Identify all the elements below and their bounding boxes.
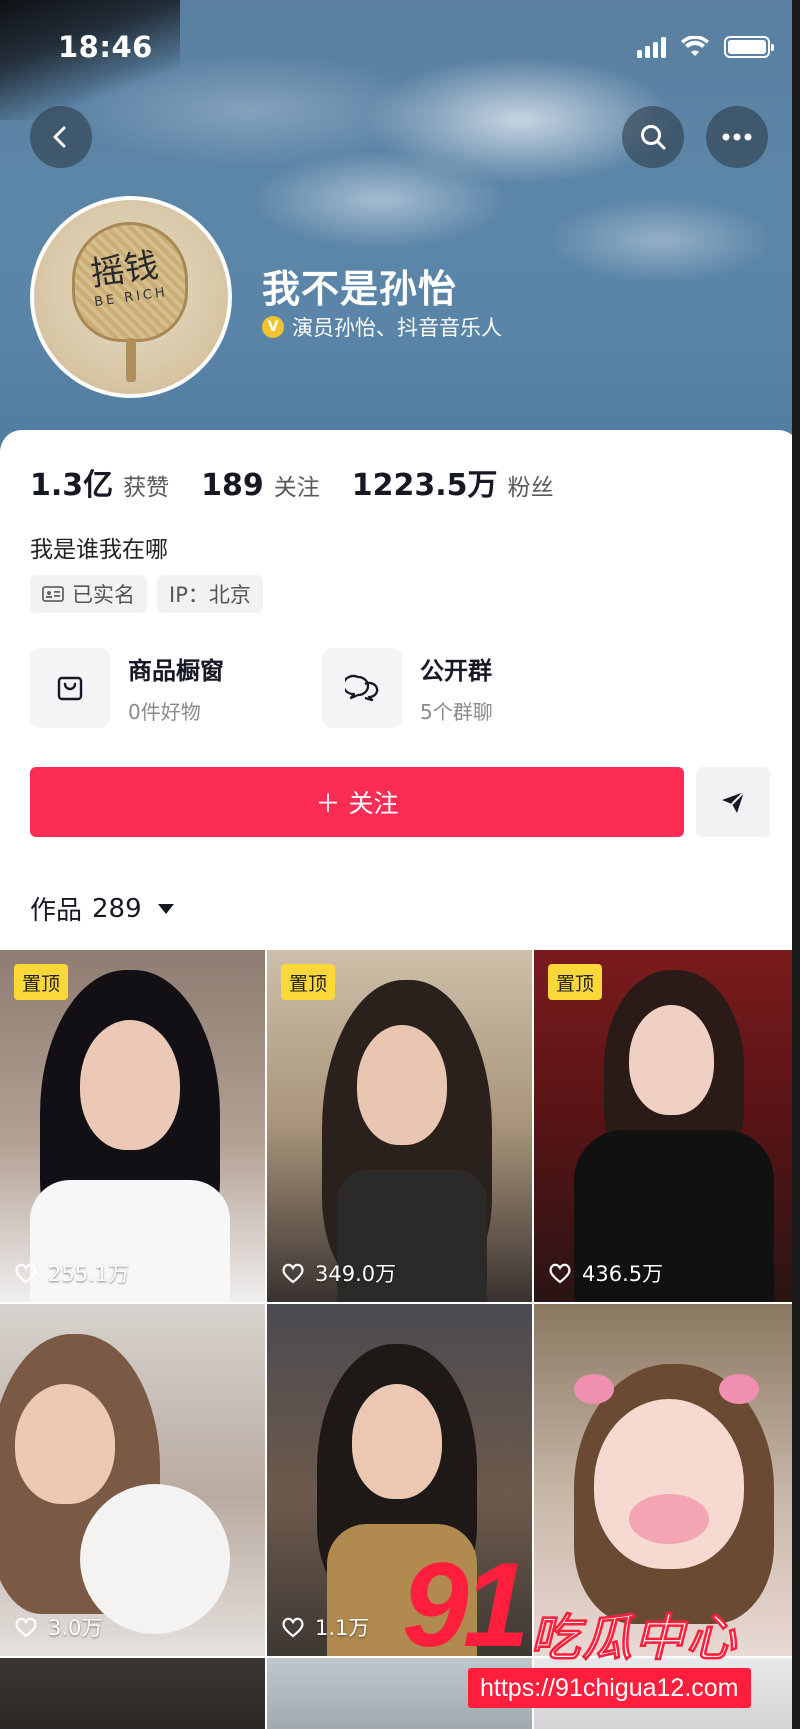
profile-bio: 我是谁我在哪 — [30, 537, 168, 563]
thumbnail-nose-filter — [629, 1494, 709, 1544]
device-bezel — [792, 0, 800, 1729]
video-tile[interactable]: 置顶 255.1万 — [0, 950, 265, 1302]
send-icon — [722, 791, 745, 813]
profile-name: 我不是孙怡 — [262, 267, 458, 311]
feature-group-icon-box — [322, 648, 402, 728]
heart-icon — [15, 1263, 37, 1284]
video-likes: 436.5万 — [548, 1258, 663, 1288]
battery-icon — [724, 36, 774, 58]
video-likes: 349.0万 — [281, 1258, 396, 1288]
profile-tags: 已实名 IP：北京 — [30, 575, 263, 613]
pinned-badge: 置顶 — [14, 964, 69, 1000]
tag-ip-location: IP：北京 — [157, 575, 263, 613]
heart-icon — [15, 1617, 37, 1638]
pinned-badge: 置顶 — [548, 964, 603, 1000]
video-tile[interactable] — [0, 1658, 265, 1729]
feature-shop-text: 商品橱窗 0件好物 — [128, 651, 224, 725]
more-options-button[interactable] — [706, 106, 768, 168]
feature-group-title: 公开群 — [420, 657, 492, 685]
verification-row: V 演员孙怡、抖音音乐人 — [262, 312, 502, 342]
stat-likes-label: 获赞 — [123, 475, 170, 501]
status-bar: 18:46 — [0, 0, 800, 96]
video-tile[interactable]: 置顶 349.0万 — [267, 950, 532, 1302]
cellular-signal-icon — [637, 36, 666, 58]
video-likes-count: 255.1万 — [48, 1262, 130, 1286]
works-count: 289 — [92, 893, 142, 924]
stat-followers-value: 1223.5万 — [351, 468, 498, 503]
video-likes: 1.1万 — [281, 1612, 369, 1642]
video-likes: 3.0万 — [14, 1612, 102, 1642]
pinned-badge: 置顶 — [281, 964, 336, 1000]
profile-features: 商品橱窗 0件好物 公开群 5个群聊 — [30, 648, 578, 728]
shopping-bag-icon — [57, 676, 83, 701]
thumbnail-face — [357, 1025, 447, 1145]
thumbnail-bow — [719, 1374, 759, 1404]
tag-ip-label: IP：北京 — [169, 583, 251, 607]
stat-following[interactable]: 189 关注 — [201, 468, 320, 503]
works-tab[interactable]: 作品 289 — [30, 890, 174, 927]
search-button[interactable] — [622, 106, 684, 168]
wifi-icon — [681, 36, 709, 56]
feature-group-subtitle: 5个群聊 — [420, 700, 493, 724]
thumbnail-cat — [80, 1484, 230, 1634]
stat-following-label: 关注 — [273, 475, 320, 501]
thumbnail-face — [15, 1384, 115, 1504]
feature-group-text: 公开群 5个群聊 — [420, 651, 493, 725]
video-tile[interactable]: 3.0万 — [0, 1304, 265, 1656]
tag-real-name: 已实名 — [30, 575, 147, 613]
heart-icon — [282, 1263, 304, 1284]
profile-stats: 1.3亿 获赞 189 关注 1223.5万 粉丝 — [30, 460, 586, 504]
feature-shop-title: 商品橱窗 — [128, 657, 224, 685]
chevron-left-icon — [53, 126, 66, 148]
stat-likes[interactable]: 1.3亿 获赞 — [30, 460, 169, 504]
follow-button[interactable]: ＋ 关注 — [30, 767, 684, 837]
tag-real-name-label: 已实名 — [72, 583, 135, 607]
video-tile[interactable]: 置顶 436.5万 — [534, 950, 799, 1302]
caret-down-icon — [157, 903, 174, 914]
watermark-logo-number: 91 — [402, 1538, 530, 1672]
profile-screen: 18:46 摇钱 BE RICH 我不是孙怡 V 演员孙怡、抖音音乐人 1.3亿… — [0, 0, 800, 1729]
verification-text: 演员孙怡、抖音音乐人 — [292, 316, 502, 340]
video-likes-count: 436.5万 — [582, 1262, 664, 1286]
id-card-icon — [42, 586, 64, 602]
works-label: 作品 — [30, 896, 83, 926]
feature-shop-icon-box — [30, 648, 110, 728]
stat-likes-value: 1.3亿 — [30, 468, 114, 503]
thumbnail-face — [80, 1020, 180, 1150]
share-button[interactable] — [696, 767, 770, 837]
video-likes: 255.1万 — [14, 1258, 129, 1288]
avatar-fan-handle — [126, 338, 136, 382]
more-dots-icon — [722, 133, 752, 141]
feature-public-group[interactable]: 公开群 5个群聊 — [322, 648, 578, 728]
video-likes-count: 349.0万 — [315, 1262, 397, 1286]
back-button[interactable] — [30, 106, 92, 168]
verified-badge-icon: V — [262, 316, 284, 338]
search-icon — [641, 125, 666, 150]
profile-info-card: 1.3亿 获赞 189 关注 1223.5万 粉丝 我是谁我在哪 已实名 IP：… — [0, 430, 800, 950]
stat-following-value: 189 — [201, 468, 264, 503]
watermark-logo-text: 吃瓜中心 — [530, 1609, 738, 1668]
avatar[interactable]: 摇钱 BE RICH — [30, 196, 232, 398]
status-time: 18:46 — [58, 30, 153, 64]
feature-shop-window[interactable]: 商品橱窗 0件好物 — [30, 648, 286, 728]
feature-shop-subtitle: 0件好物 — [128, 700, 201, 724]
thumbnail-face — [352, 1384, 442, 1499]
status-icons — [637, 36, 774, 58]
heart-icon — [282, 1617, 304, 1638]
thumbnail-face — [629, 1005, 714, 1115]
video-likes-count: 1.1万 — [315, 1616, 370, 1640]
chat-bubbles-icon — [345, 674, 379, 702]
stat-followers[interactable]: 1223.5万 粉丝 — [352, 460, 554, 504]
watermark-url: https://91chigua12.com — [468, 1668, 751, 1708]
heart-icon — [549, 1263, 571, 1284]
video-likes-count: 3.0万 — [48, 1616, 103, 1640]
thumbnail-bow — [574, 1374, 614, 1404]
stat-followers-label: 粉丝 — [507, 475, 554, 501]
